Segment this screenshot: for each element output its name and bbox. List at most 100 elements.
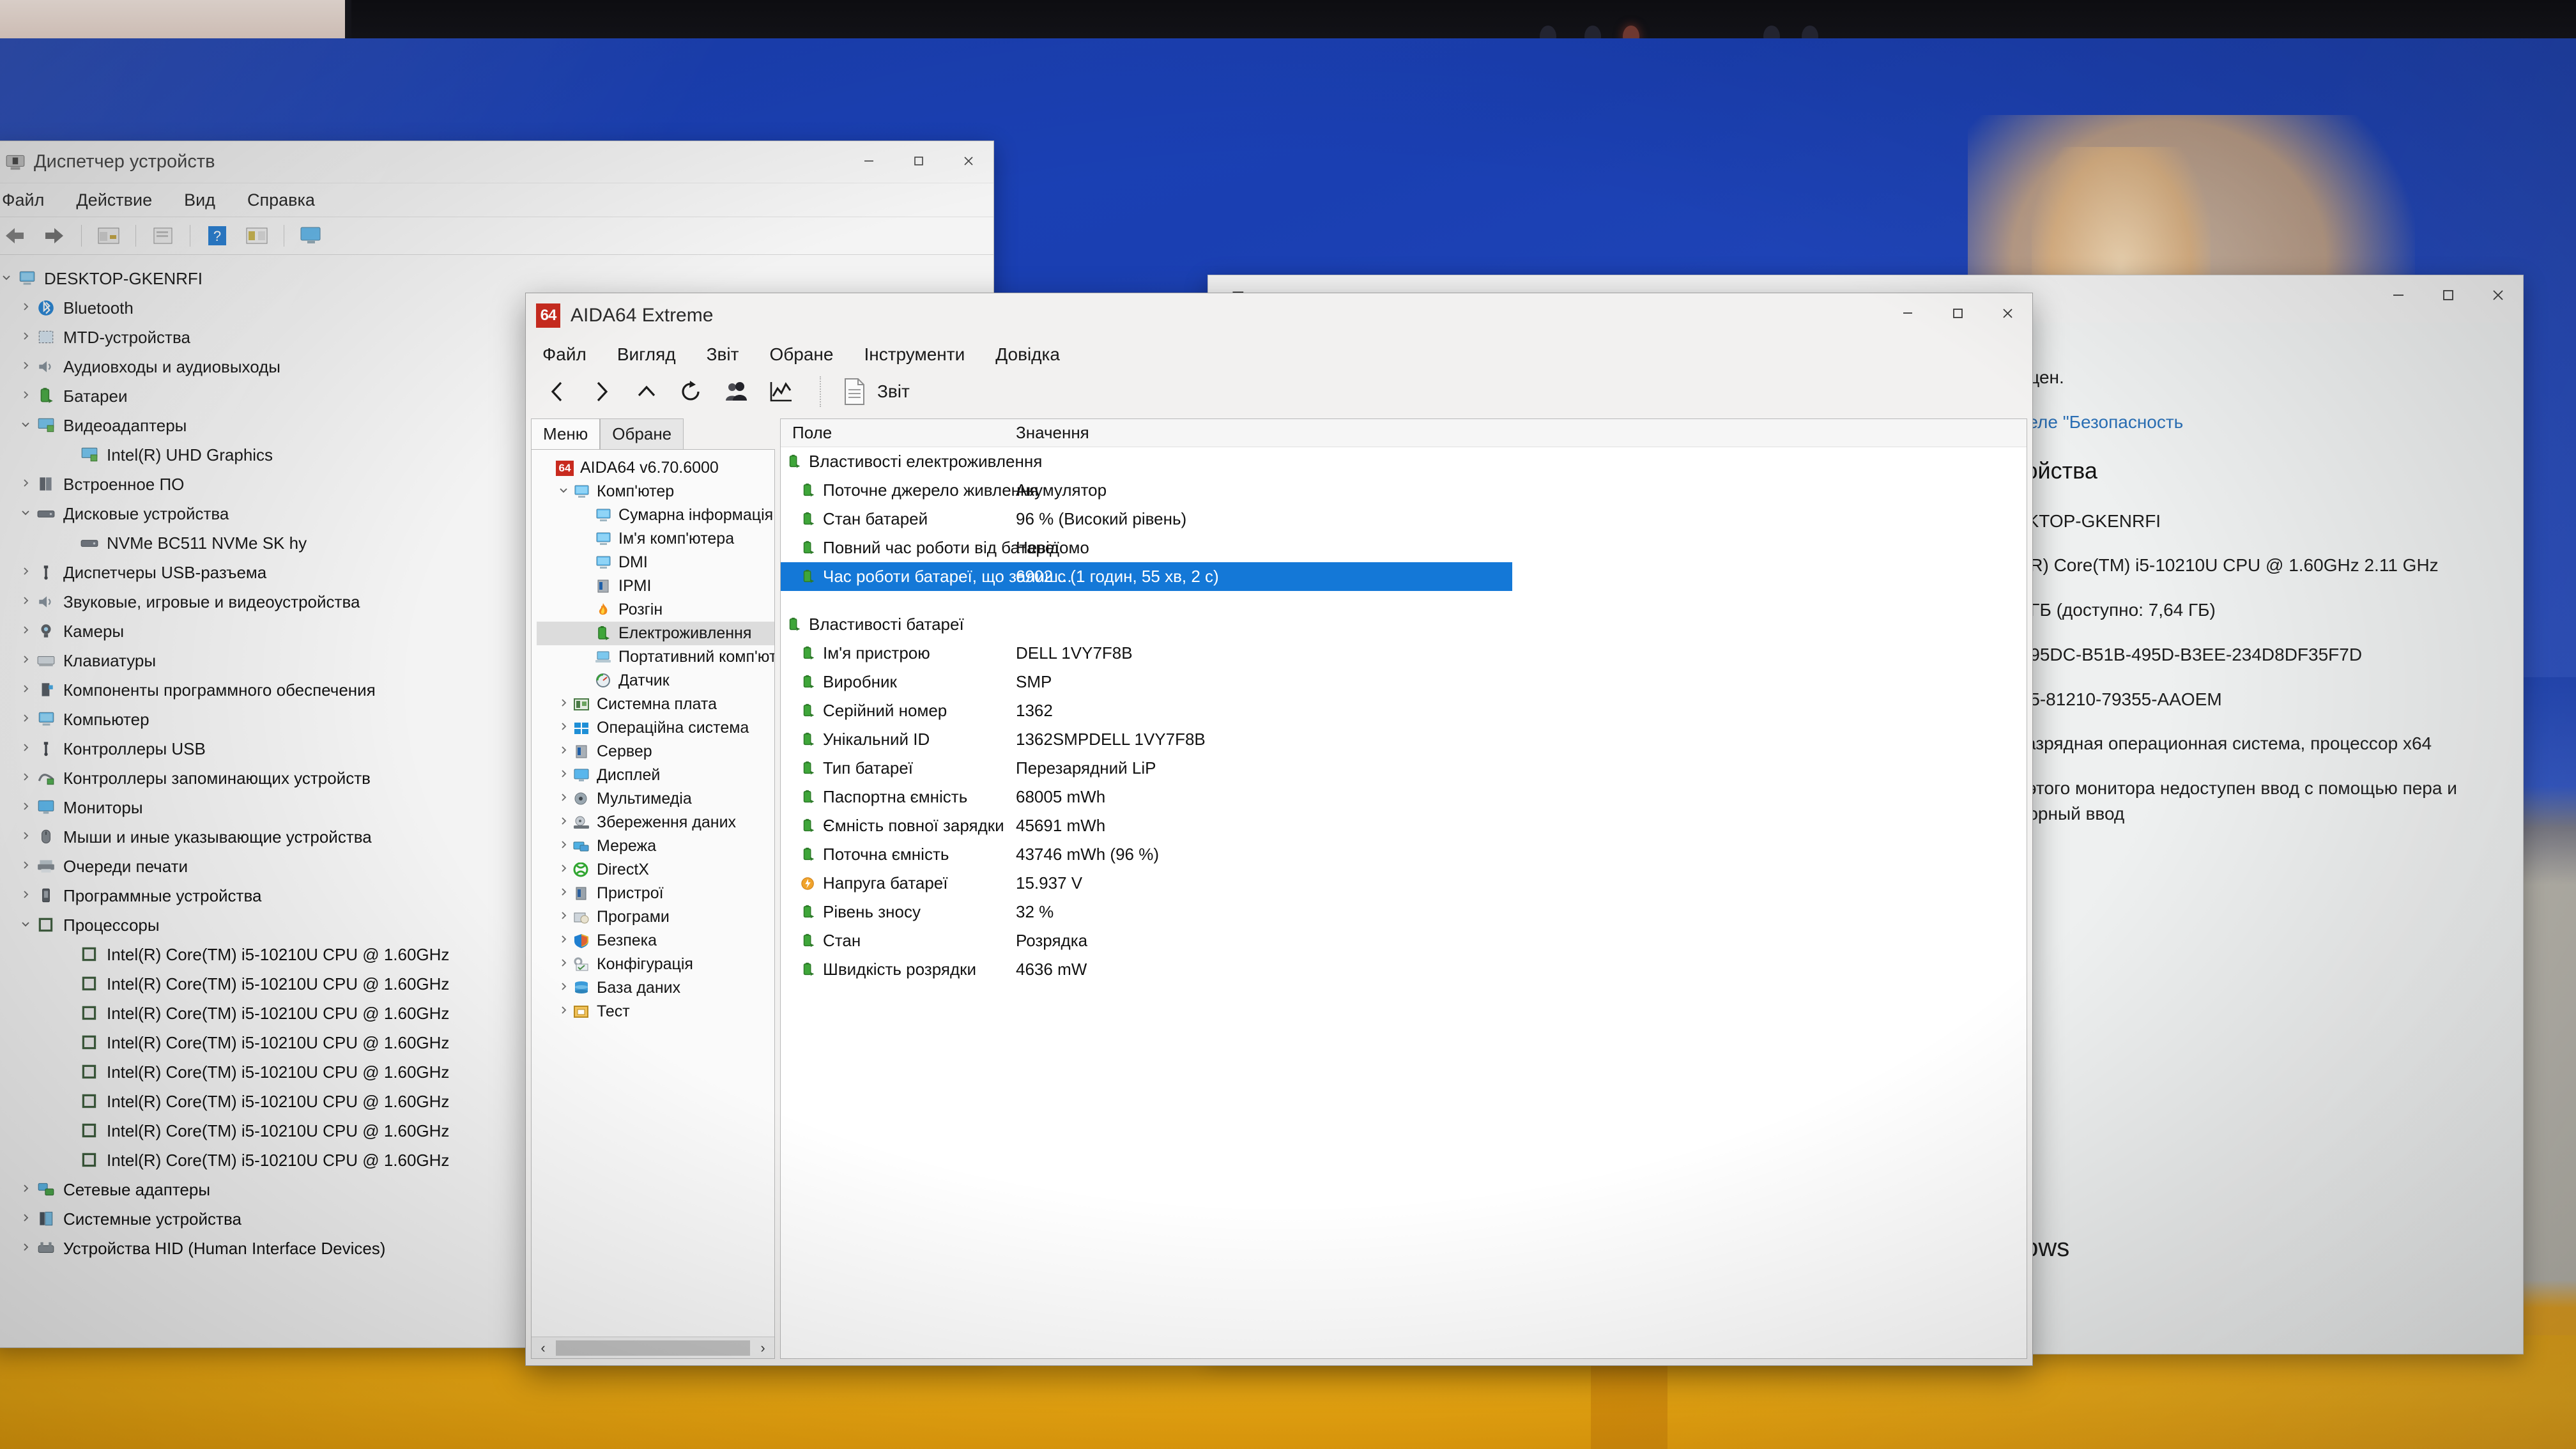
close-icon[interactable]	[944, 141, 993, 181]
property-row[interactable]: Паспортна ємність 68005 mWh	[781, 783, 2027, 811]
aida-tree-item[interactable]: Мережа	[537, 834, 774, 858]
aida-tree-item[interactable]: Збереження даних	[537, 811, 774, 834]
aida-tree-item[interactable]: 64 AIDA64 v6.70.6000	[537, 456, 774, 480]
aida64-tree-box[interactable]: 64 AIDA64 v6.70.6000 Комп'ютер Сумарна інфо…	[531, 449, 775, 1359]
expand-chevron-icon[interactable]	[555, 721, 572, 735]
maximize-icon[interactable]	[894, 141, 944, 181]
expand-chevron-icon[interactable]	[555, 839, 572, 854]
aida-tree-item[interactable]: Сервер	[537, 740, 774, 763]
device-tree-item[interactable]: DESKTOP-GKENRFI	[0, 264, 993, 293]
aida-tree-item[interactable]: Електроживлення	[537, 622, 774, 645]
expand-chevron-icon[interactable]	[15, 595, 36, 610]
property-row[interactable]: Ім'я пристрою DELL 1VY7F8B	[781, 639, 2027, 668]
property-row[interactable]: Повний час роботи від батареї Невідомо	[781, 533, 2027, 562]
aida64-toolbar[interactable]: Звіт	[526, 371, 2032, 412]
device-manager-menubar[interactable]: Файл Действие Вид Справка	[0, 183, 993, 217]
back-arrow-icon[interactable]	[0, 220, 33, 251]
property-row[interactable]: Властивості батареї	[781, 610, 2027, 639]
minimize-icon[interactable]	[1883, 293, 1933, 333]
expand-chevron-icon[interactable]	[15, 712, 36, 727]
aida-tree-item[interactable]: Пристрої	[537, 882, 774, 905]
expand-chevron-icon[interactable]	[15, 418, 36, 433]
expand-chevron-icon[interactable]	[15, 330, 36, 345]
aida-tree-item[interactable]: Ім'я комп'ютера	[537, 527, 774, 551]
aida-tree-item[interactable]: Операційна система	[537, 716, 774, 740]
expand-chevron-icon[interactable]	[555, 792, 572, 806]
aida-tree-item[interactable]: Тест	[537, 1000, 774, 1023]
expand-chevron-icon[interactable]	[15, 830, 36, 845]
aida64-window-buttons[interactable]	[1883, 293, 2032, 333]
expand-chevron-icon[interactable]	[555, 1005, 572, 1019]
up-icon[interactable]	[627, 374, 666, 409]
scroll-right-icon[interactable]: ›	[751, 1340, 774, 1356]
scan-hardware-icon[interactable]	[239, 220, 275, 251]
update-driver-icon[interactable]	[145, 220, 181, 251]
property-row[interactable]: Рівень зносу 32 %	[781, 898, 2027, 926]
aida-tree-item[interactable]: Програми	[537, 905, 774, 929]
expand-chevron-icon[interactable]	[555, 485, 572, 499]
aida64-detail-pane[interactable]: Поле Значення Властивості електроживленн…	[780, 418, 2027, 1359]
expand-chevron-icon[interactable]	[555, 958, 572, 972]
menu-tools[interactable]: Інструменти	[861, 343, 967, 366]
expand-chevron-icon[interactable]	[15, 624, 36, 639]
close-icon[interactable]	[2473, 275, 2523, 315]
expand-chevron-icon[interactable]	[555, 745, 572, 759]
column-header-field[interactable]: Поле	[781, 423, 1009, 443]
property-row[interactable]: Час роботи батареї, що залиш... 6902 с (1…	[781, 562, 1512, 591]
expand-chevron-icon[interactable]	[15, 301, 36, 316]
property-row[interactable]: Стан батарей 96 % (Високий рівень)	[781, 505, 2027, 533]
scroll-left-icon[interactable]: ‹	[532, 1340, 555, 1356]
security-section-link[interactable]: разделе "Безопасность	[1990, 410, 2503, 435]
property-row[interactable]: Ємність повної зарядки 45691 mWh	[781, 811, 2027, 840]
aida64-window[interactable]: 64 AIDA64 Extreme Файл Вигляд Звіт Обран…	[525, 293, 2033, 1366]
expand-chevron-icon[interactable]	[15, 565, 36, 580]
property-row[interactable]: Швидкість розрядки 4636 mW	[781, 955, 2027, 984]
back-icon[interactable]	[537, 374, 577, 409]
expand-chevron-icon[interactable]	[15, 918, 36, 933]
menu-file[interactable]: Файл	[0, 188, 49, 213]
menu-action[interactable]: Действие	[71, 188, 157, 213]
help-icon[interactable]: ?	[199, 220, 235, 251]
expand-chevron-icon[interactable]	[15, 1241, 36, 1256]
column-header-value[interactable]: Значення	[1009, 423, 1089, 443]
expand-chevron-icon[interactable]	[15, 477, 36, 492]
expand-chevron-icon[interactable]	[15, 507, 36, 521]
property-row[interactable]: Серійний номер 1362	[781, 696, 2027, 725]
aida-tree-item[interactable]: Системна плата	[537, 693, 774, 716]
property-row[interactable]: Виробник SMP	[781, 668, 2027, 696]
expand-chevron-icon[interactable]	[555, 863, 572, 877]
menu-file[interactable]: Файл	[540, 343, 589, 366]
minimize-icon[interactable]	[844, 141, 894, 181]
graph-icon[interactable]	[761, 374, 801, 409]
device-manager-window-buttons[interactable]	[844, 141, 993, 181]
property-row[interactable]: Поточне джерело живлення Акумулятор	[781, 476, 2027, 505]
aida-tree-item[interactable]: База даних	[537, 976, 774, 1000]
expand-chevron-icon[interactable]	[15, 389, 36, 404]
expand-chevron-icon[interactable]	[555, 910, 572, 924]
device-manager-titlebar[interactable]: Диспетчер устройств	[0, 141, 993, 183]
expand-chevron-icon[interactable]	[15, 889, 36, 903]
expand-chevron-icon[interactable]	[15, 859, 36, 874]
settings-window-buttons[interactable]	[2373, 275, 2523, 315]
aida-tree-item[interactable]: Дисплей	[537, 763, 774, 787]
report-button[interactable]: Звіт	[840, 377, 910, 406]
aida64-navigation-tree[interactable]: 64 AIDA64 v6.70.6000 Комп'ютер Сумарна інфо…	[532, 450, 774, 1023]
aida-tree-item[interactable]: Мультимедіа	[537, 787, 774, 811]
menu-view[interactable]: Вид	[179, 188, 220, 213]
forward-arrow-icon[interactable]	[36, 220, 72, 251]
detail-column-headers[interactable]: Поле Значення	[781, 419, 2027, 447]
menu-help[interactable]: Довідка	[993, 343, 1062, 366]
expand-chevron-icon[interactable]	[555, 934, 572, 948]
expand-chevron-icon[interactable]	[555, 981, 572, 995]
aida-tree-item[interactable]: Безпека	[537, 929, 774, 953]
expand-chevron-icon[interactable]	[0, 272, 17, 286]
aida-tree-item[interactable]: DirectX	[537, 858, 774, 882]
expand-chevron-icon[interactable]	[555, 816, 572, 830]
aida-tree-item[interactable]: Портативний комп'ют	[537, 645, 774, 669]
menu-report[interactable]: Звіт	[704, 343, 742, 366]
aida-tree-item[interactable]: IPMI	[537, 574, 774, 598]
aida-tree-item[interactable]: Розгін	[537, 598, 774, 622]
property-row[interactable]: Поточна ємність 43746 mWh (96 %)	[781, 840, 2027, 869]
minimize-icon[interactable]	[2373, 275, 2423, 315]
aida-tree-item[interactable]: Датчик	[537, 669, 774, 693]
